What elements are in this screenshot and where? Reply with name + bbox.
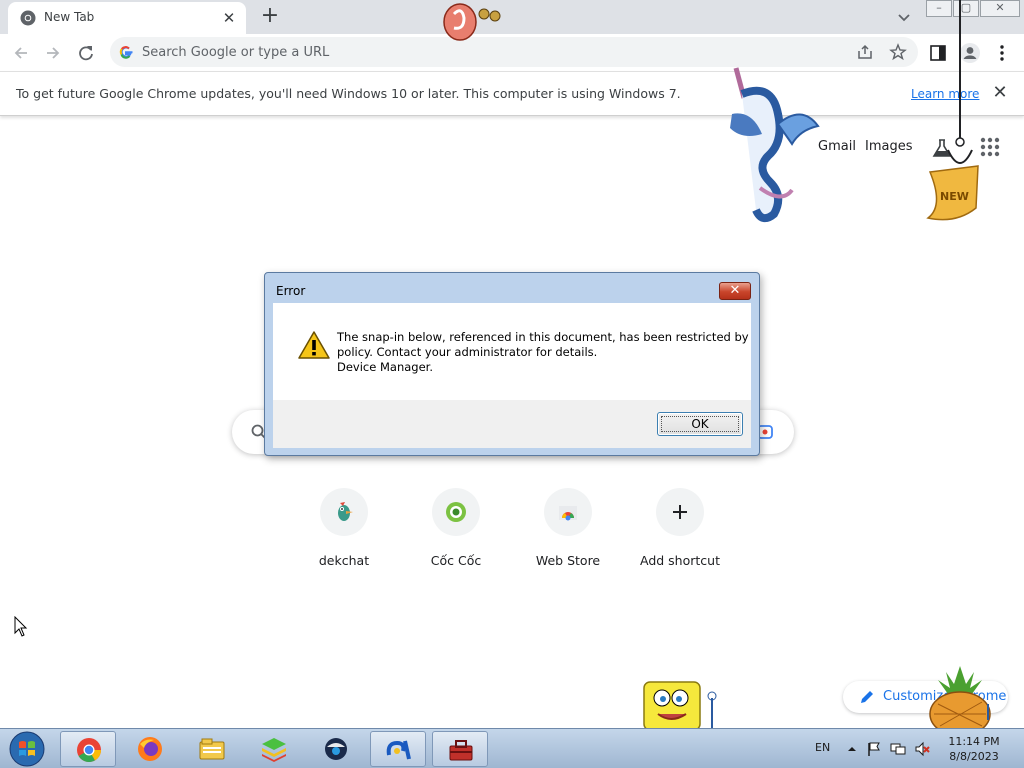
file-explorer-icon xyxy=(199,738,225,760)
more-menu-icon[interactable] xyxy=(991,42,1013,64)
dialog-message-line: Device Manager. xyxy=(337,360,433,374)
shortcut-coccoc[interactable]: Cốc Cốc xyxy=(400,488,512,578)
plus-icon xyxy=(673,505,687,519)
network-icon[interactable] xyxy=(890,741,906,757)
tab-strip: New Tab ✕ + – ▢ ✕ xyxy=(0,0,1024,34)
pet-jar-icon xyxy=(443,3,501,41)
shortcut-tile xyxy=(320,488,368,536)
show-hidden-icons-icon[interactable] xyxy=(844,741,860,757)
system-clock[interactable]: 11:14 PM 8/8/2023 xyxy=(940,734,1008,764)
chrome-icon xyxy=(77,738,101,763)
taskbar-firefox[interactable] xyxy=(122,731,178,767)
infobar-close-icon[interactable]: ✕ xyxy=(990,83,1010,103)
taskbar-vpn[interactable] xyxy=(308,731,364,767)
bluestacks-icon xyxy=(262,738,286,762)
dialog-close-button[interactable]: ✕ xyxy=(719,282,751,300)
pencil-icon xyxy=(861,691,873,703)
taskbar-chrome[interactable] xyxy=(60,731,116,767)
taskbar-toolbox[interactable] xyxy=(432,731,488,767)
shortcut-label: Add shortcut xyxy=(640,553,720,568)
shortcut-label: Cốc Cốc xyxy=(430,553,482,568)
infobar-message: To get future Google Chrome updates, you… xyxy=(16,86,681,101)
coccoc-icon xyxy=(446,502,466,522)
reload-icon[interactable] xyxy=(73,40,99,66)
pet-unicorn-icon xyxy=(730,67,820,223)
tab-close-icon[interactable]: ✕ xyxy=(220,9,238,27)
taskbar-bluestacks[interactable] xyxy=(246,731,302,767)
volume-muted-icon[interactable] xyxy=(914,741,930,757)
dialog-body: The snap-in below, referenced in this do… xyxy=(273,303,751,400)
language-indicator[interactable]: EN xyxy=(815,741,830,754)
shortcut-tile xyxy=(544,488,592,536)
shortcut-tile xyxy=(432,488,480,536)
warning-icon xyxy=(298,331,330,359)
start-button[interactable] xyxy=(8,731,46,767)
tab-title: New Tab xyxy=(44,10,95,24)
dekchat-icon xyxy=(338,502,353,521)
back-icon[interactable] xyxy=(8,40,34,66)
gmail-link[interactable]: Gmail xyxy=(818,139,856,154)
svg-text:NEW: NEW xyxy=(940,190,969,203)
dialog-message-line: The snap-in below, referenced in this do… xyxy=(337,330,749,344)
shortcut-web-store[interactable]: Web Store xyxy=(512,488,624,578)
update-infobar: To get future Google Chrome updates, you… xyxy=(0,71,1024,116)
dialog-footer: OK xyxy=(273,400,751,448)
dialog-message-line: policy. Contact your administrator for d… xyxy=(337,345,598,359)
firefox-icon xyxy=(138,737,162,761)
ok-focus-ring xyxy=(661,416,739,432)
forward-icon[interactable] xyxy=(40,40,66,66)
toolbar xyxy=(0,34,1024,71)
tab-new-tab[interactable]: New Tab ✕ xyxy=(8,2,246,34)
google-g-icon xyxy=(119,46,133,59)
ok-button[interactable]: OK xyxy=(657,412,743,436)
dialog-message: The snap-in below, referenced in this do… xyxy=(337,330,749,375)
chrome-icon xyxy=(20,10,36,26)
pet-fishing-new-icon: NEW xyxy=(926,0,979,221)
shortcut-tile xyxy=(656,488,704,536)
dialog-title: Error xyxy=(276,284,306,298)
vpn-icon xyxy=(325,738,347,760)
taskbar: EN 11:14 PM 8/8/2023 xyxy=(0,728,1024,768)
shortcut-add[interactable]: Add shortcut xyxy=(624,488,736,578)
clock-time: 11:14 PM xyxy=(948,735,1000,748)
window-close-button[interactable]: ✕ xyxy=(980,0,1020,17)
taskbar-file-explorer[interactable] xyxy=(184,731,240,767)
omnibox[interactable] xyxy=(110,37,918,67)
tab-search-icon[interactable] xyxy=(893,7,915,27)
shortcut-dekchat[interactable]: dekchat xyxy=(288,488,400,578)
taskbar-pet-app[interactable] xyxy=(370,731,426,767)
web-store-icon xyxy=(559,506,577,521)
action-center-flag-icon[interactable] xyxy=(866,741,882,757)
images-link[interactable]: Images xyxy=(865,139,913,154)
clock-date: 8/8/2023 xyxy=(949,750,999,763)
shortcut-label: Web Store xyxy=(535,553,601,568)
mouse-cursor-icon xyxy=(14,616,28,637)
pet-app-icon xyxy=(386,740,411,760)
share-icon[interactable] xyxy=(856,43,874,61)
shortcut-label: dekchat xyxy=(318,553,370,568)
pet-spongebob-icon xyxy=(643,681,717,730)
dialog-titlebar[interactable]: Error ✕ xyxy=(265,273,759,303)
new-tab-button[interactable]: + xyxy=(258,5,282,29)
bookmark-star-icon[interactable] xyxy=(889,43,907,61)
toolbox-icon xyxy=(449,740,473,761)
error-dialog: Error ✕ The snap-in below, referenced in… xyxy=(264,272,760,456)
pet-pineapple-icon xyxy=(929,666,991,730)
